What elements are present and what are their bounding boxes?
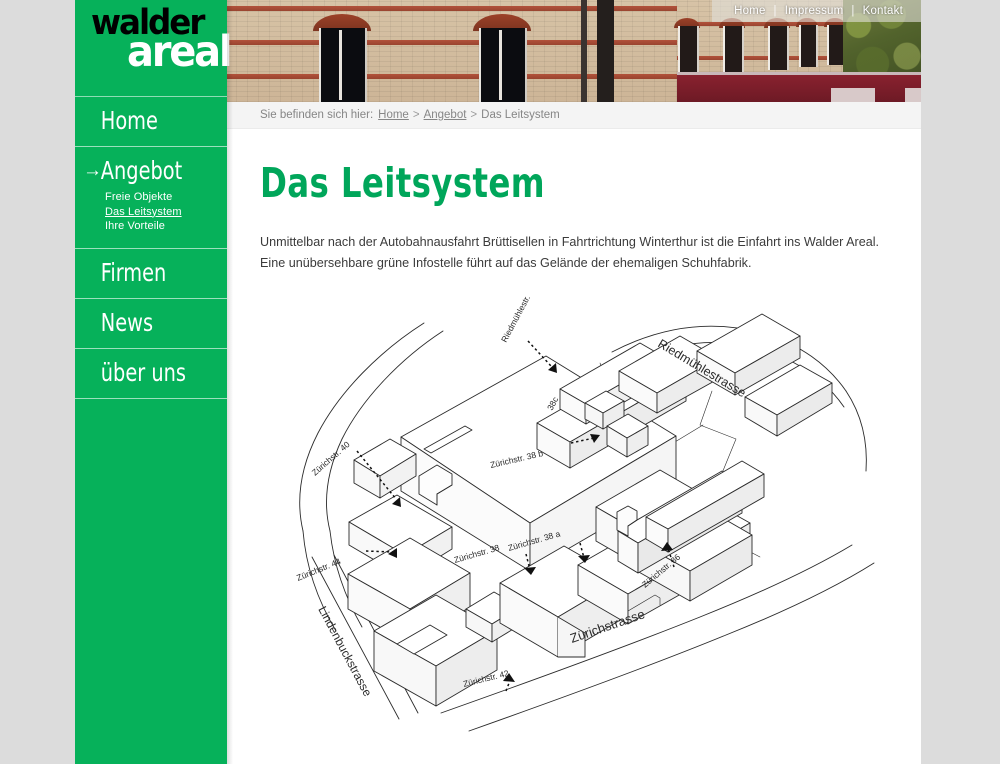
breadcrumb-separator: > <box>470 109 478 121</box>
sidebar-item-news[interactable]: News <box>75 299 227 349</box>
roof-panel <box>905 88 921 102</box>
sidebar-item-label: über uns <box>100 357 186 387</box>
facade-pipe <box>597 0 614 102</box>
sidebar-item-label: News <box>100 307 154 337</box>
map-label-zuerichstr-38: Zürichstr. 38 <box>453 542 501 565</box>
red-roof <box>677 72 921 102</box>
sidebar-item-firmen[interactable]: Firmen <box>75 249 227 299</box>
factory-window <box>319 28 367 102</box>
factory-window <box>479 28 527 102</box>
breadcrumb-item-home[interactable]: Home <box>378 109 409 121</box>
sidebar-item-ueber-uns[interactable]: über uns <box>75 349 227 399</box>
site-plan-svg: Riedmühlestr. 19 38c Zürichstr. 40 Züric… <box>295 295 875 732</box>
intro-paragraph: Unmittelbar nach der Autobahnausfahrt Br… <box>260 235 880 270</box>
factory-window-narrow <box>768 26 789 70</box>
map-label-zuerichstr-44: Zürichstr. 44 <box>295 556 342 583</box>
brick-band <box>677 22 845 26</box>
roof-panel <box>831 88 875 102</box>
facade-seam <box>581 0 587 102</box>
subnav-item-ihre-vorteile[interactable]: Ihre Vorteile <box>105 219 227 234</box>
breadcrumb-lead: Sie befinden sich hier: <box>260 109 374 121</box>
factory-window-narrow <box>799 25 818 67</box>
factory-window-narrow <box>678 26 699 74</box>
brick-band <box>677 56 845 60</box>
sidebar-item-label: Home <box>100 106 158 135</box>
header-banner-image: Home | Impressum | Kontakt <box>225 0 921 102</box>
red-roof-edge <box>677 72 921 75</box>
subnav-item-das-leitsystem[interactable]: Das Leitsystem <box>105 205 227 220</box>
breadcrumb-separator: > <box>412 109 420 121</box>
sidebar-subnav: Freie Objekte Das Leitsystem Ihre Vortei… <box>75 186 227 238</box>
topnav-item-impressum[interactable]: Impressum <box>777 5 852 17</box>
sidebar-item-angebot[interactable]: → Angebot Freie Objekte Das Leitsystem I… <box>75 147 227 249</box>
window-mullion <box>339 30 342 100</box>
main-content: Sie befinden sich hier: Home > Angebot >… <box>227 102 921 764</box>
window-mullion <box>499 30 502 100</box>
site-logo[interactable]: walder areal <box>75 0 233 97</box>
sidebar: walder areal Home → Angebot Freie Objekt… <box>75 0 233 764</box>
sidebar-item-label: Angebot <box>100 156 183 185</box>
sidebar-item-label: Firmen <box>100 257 167 287</box>
breadcrumb-item-current: Das Leitsystem <box>481 109 560 121</box>
logo-text-areal: areal <box>127 27 233 77</box>
topnav-separator: | <box>773 5 777 17</box>
map-label-zuerichstr-40: Zürichstr. 40 <box>310 439 352 477</box>
topnav-separator: | <box>851 5 855 17</box>
factory-window-narrow <box>723 26 744 74</box>
site-plan-figure: Riedmühlestr. 19 38c Zürichstr. 40 Züric… <box>227 295 921 735</box>
top-navigation[interactable]: Home | Impressum | Kontakt <box>712 0 921 22</box>
breadcrumb: Sie befinden sich hier: Home > Angebot >… <box>227 102 921 129</box>
topnav-item-kontakt[interactable]: Kontakt <box>855 5 911 17</box>
sidebar-item-home[interactable]: Home <box>75 97 227 147</box>
map-label-riedmuehlestr-19: Riedmühlestr. 19 <box>499 295 538 344</box>
page-title: Das Leitsystem <box>260 159 545 207</box>
breadcrumb-item-angebot[interactable]: Angebot <box>424 109 467 121</box>
page-root: Home | Impressum | Kontakt walder areal … <box>0 0 1000 764</box>
subnav-item-freie-objekte[interactable]: Freie Objekte <box>105 190 227 205</box>
topnav-item-home[interactable]: Home <box>726 5 773 17</box>
